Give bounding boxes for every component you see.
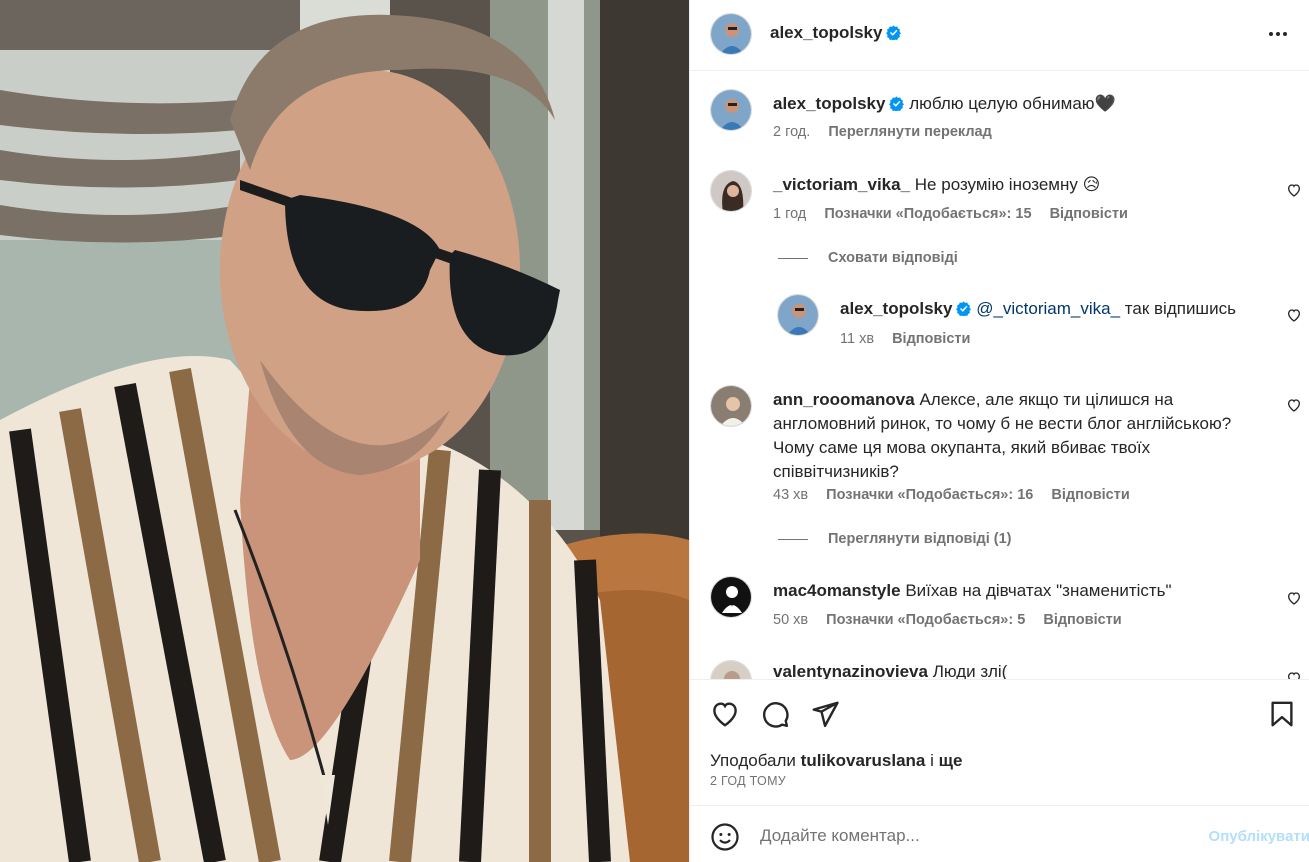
bookmark-icon[interactable] — [1267, 699, 1297, 729]
liked-by: Уподобали tulikovaruslana і ще — [710, 751, 962, 771]
comment-body: _victoriam_vika_ Не розумію іноземну 😥 — [773, 173, 1253, 197]
view-replies-label: Переглянути відповіді (1) — [828, 531, 1012, 547]
verified-badge-icon — [886, 25, 902, 40]
caption-text: люблю целую обнимаю🖤 — [909, 94, 1116, 113]
comment-text: Виїхав на дівчатах "знаменитість" — [905, 581, 1172, 600]
comment-icon[interactable] — [760, 699, 790, 729]
post-header: alex_topolsky — [690, 0, 1309, 71]
comment-likes[interactable]: Позначки «Подобається»: 5 — [826, 612, 1025, 628]
comment-avatar[interactable] — [710, 576, 752, 618]
comment-time[interactable]: 43 хв — [773, 487, 808, 503]
comment-likes[interactable]: Позначки «Подобається»: 16 — [826, 487, 1033, 503]
reply-avatar[interactable] — [777, 294, 819, 336]
hide-replies-button[interactable]: Сховати відповіді — [778, 250, 958, 266]
reply-button[interactable]: Відповісти — [892, 331, 970, 347]
send-icon[interactable] — [810, 699, 840, 729]
comment-input[interactable] — [760, 822, 1160, 850]
comment-time[interactable]: 50 хв — [773, 612, 808, 628]
liked-by-more-link[interactable]: ще — [939, 751, 963, 770]
reply-button[interactable]: Відповісти — [1043, 612, 1121, 628]
reply-button[interactable]: Відповісти — [1051, 487, 1129, 503]
comment-avatar[interactable] — [710, 660, 752, 679]
comments-list[interactable]: alex_topolsky люблю целую обнимаю🖤 2 год… — [690, 72, 1309, 679]
emoji-icon[interactable] — [710, 822, 740, 852]
publish-button[interactable]: Опублікувати — [1209, 828, 1309, 845]
comment-username[interactable]: valentynazinovieva — [773, 662, 928, 679]
liked-by-and: і — [930, 751, 934, 770]
heart-icon[interactable] — [710, 699, 740, 729]
post-actions: Уподобали tulikovaruslana і ще 2 ГОД ТОМ… — [690, 679, 1309, 804]
comment-username[interactable]: mac4omanstyle — [773, 581, 901, 600]
see-translation-button[interactable]: Переглянути переклад — [828, 124, 991, 140]
comment-meta: 1 год Позначки «Подобається»: 15 Відпові… — [773, 206, 1142, 222]
comment-avatar[interactable] — [710, 385, 752, 427]
caption-username[interactable]: alex_topolsky — [773, 94, 885, 113]
add-comment-bar: Опублікувати — [690, 805, 1309, 862]
comment-like-heart-icon[interactable] — [1286, 670, 1302, 679]
comment-body: valentynazinovieva Люди злі( — [773, 660, 1253, 679]
liked-by-prefix: Уподобали — [710, 751, 796, 770]
reply-button[interactable]: Відповісти — [1050, 206, 1128, 222]
liked-by-user-link[interactable]: tulikovaruslana — [801, 751, 926, 770]
reply-meta: 11 хв Відповісти — [840, 331, 984, 347]
hide-replies-label: Сховати відповіді — [828, 250, 958, 266]
more-options-button[interactable] — [1264, 22, 1292, 46]
reply-like-heart-icon[interactable] — [1286, 307, 1302, 323]
comment-text: Люди злі( — [932, 662, 1008, 679]
comment-time[interactable]: 1 год — [773, 206, 806, 222]
caption-time[interactable]: 2 год. — [773, 124, 810, 140]
comment-body: ann_rooomanova Алексе, але якщо ти цілиш… — [773, 388, 1263, 484]
reply-body: alex_topolsky @_victoriam_vika_ так відп… — [840, 297, 1260, 321]
post-image — [0, 0, 689, 862]
reply-mention-link[interactable]: @_victoriam_vika_ — [976, 299, 1120, 318]
reply-text: так відпишись — [1124, 299, 1236, 318]
verified-badge-icon — [956, 301, 972, 316]
reply-time[interactable]: 11 хв — [840, 331, 874, 347]
caption-meta: 2 год. Переглянути переклад — [773, 124, 1006, 140]
more-horizontal-icon — [1269, 32, 1273, 36]
comment-username[interactable]: _victoriam_vika_ — [773, 175, 910, 194]
post-side-panel: alex_topolsky alex_topolsky люблю целую … — [689, 0, 1309, 862]
verified-badge-icon — [889, 96, 905, 111]
reply-username[interactable]: alex_topolsky — [840, 299, 952, 318]
caption-avatar[interactable] — [710, 89, 752, 131]
comment-like-heart-icon[interactable] — [1286, 397, 1302, 413]
divider-line — [778, 257, 808, 259]
comment-likes[interactable]: Позначки «Подобається»: 15 — [824, 206, 1031, 222]
comment-like-heart-icon[interactable] — [1286, 590, 1302, 606]
divider-line — [778, 538, 808, 540]
comment-body: mac4omanstyle Виїхав на дівчатах "знамен… — [773, 579, 1253, 603]
caption-body: alex_topolsky люблю целую обнимаю🖤 — [773, 92, 1253, 116]
author-username[interactable]: alex_topolsky — [770, 23, 902, 43]
comment-text: Не розумію іноземну 😥 — [914, 175, 1101, 194]
comment-avatar[interactable] — [710, 170, 752, 212]
post-timestamp[interactable]: 2 ГОД ТОМУ — [710, 774, 786, 788]
author-username-text[interactable]: alex_topolsky — [770, 23, 882, 42]
comment-meta: 50 хв Позначки «Подобається»: 5 Відповіс… — [773, 612, 1136, 628]
author-avatar[interactable] — [710, 13, 752, 55]
comment-like-heart-icon[interactable] — [1286, 182, 1302, 198]
comment-username[interactable]: ann_rooomanova — [773, 390, 915, 409]
post-photo[interactable] — [0, 0, 689, 862]
comment-meta: 43 хв Позначки «Подобається»: 16 Відпові… — [773, 487, 1144, 503]
view-replies-button[interactable]: Переглянути відповіді (1) — [778, 531, 1012, 547]
